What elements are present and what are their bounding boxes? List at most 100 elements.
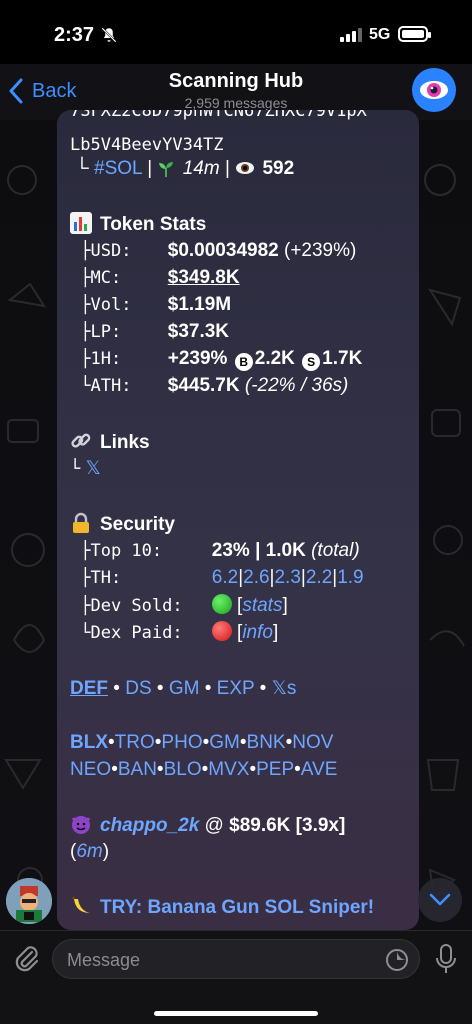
gm-link[interactable]: GM [169, 678, 200, 699]
link-chain-icon [71, 433, 91, 448]
th-holder-link[interactable]: 1.9 [337, 567, 363, 588]
links-row: └ 𝕏 [70, 458, 101, 480]
bot-link-blx[interactable]: BLX [70, 732, 108, 753]
bot-link-ban[interactable]: BAN [118, 759, 157, 780]
1h-label: 1H: [90, 349, 122, 369]
row-prefix: ├ [70, 322, 91, 342]
bot-link-blo[interactable]: BLO [164, 759, 202, 780]
microphone-icon[interactable] [434, 943, 458, 975]
row-prefix: └ [70, 623, 91, 643]
message-count: 2,959 messages [184, 95, 288, 111]
row-prefix: ├ [70, 541, 91, 561]
th-holder-link[interactable]: 2.3 [274, 567, 300, 588]
ath-change: (-22% / 36s) [244, 375, 349, 396]
info-link[interactable]: info [242, 622, 273, 643]
bot-link-pho[interactable]: PHO [161, 732, 202, 753]
scroll-to-bottom-button[interactable] [418, 878, 462, 922]
row-prefix: ├ [70, 349, 91, 369]
buys-b-icon: B [234, 353, 253, 371]
lock-icon [73, 512, 89, 533]
token-stats-heading: Token Stats [70, 212, 206, 236]
caller-value: $89.6K [3.9x] [229, 815, 346, 836]
chat-title: Scanning Hub [168, 70, 304, 92]
row-prefix: └ [70, 459, 81, 479]
bot-link-mvx[interactable]: MVX [208, 759, 249, 780]
status-bar: 2:37 5G [0, 0, 472, 64]
security-heading: Security [70, 512, 175, 536]
separator: | [224, 158, 236, 179]
exp-link[interactable]: EXP [217, 678, 255, 699]
bell-off-icon [101, 27, 117, 43]
promo-link[interactable]: TRY: Banana Gun SOL Sniper! [100, 897, 374, 918]
sender-avatar[interactable] [6, 878, 52, 924]
dot-separator: • [156, 678, 169, 699]
stat-row-1h: ├1H: +239% B 2.2K S 1.7K [70, 348, 362, 371]
bot-link-neo[interactable]: NEO [70, 759, 111, 780]
smiling-devil-icon [71, 816, 91, 834]
at-sign: @ [204, 815, 224, 836]
caller-name-link[interactable]: chappo_2k [100, 815, 199, 836]
row-prefix: ├ [70, 596, 91, 616]
network-label: 5G [369, 26, 391, 43]
dot-separator: • [113, 678, 126, 699]
stat-row-vol: ├Vol: $1.19M [70, 294, 231, 316]
bot-link-pep[interactable]: PEP [256, 759, 294, 780]
home-indicator [154, 1011, 318, 1016]
security-row-th: ├TH: 6.2|2.6|2.3|2.2|1.9 [70, 567, 363, 589]
bot-avatar-icon [6, 878, 52, 924]
paren: ) [102, 841, 110, 862]
1h-value: +239% [167, 348, 228, 369]
sol-tag-link[interactable]: #SOL [94, 158, 142, 179]
def-link[interactable]: DEF [70, 678, 108, 699]
row-prefix: ├ [70, 568, 91, 588]
dot-separator: • [259, 678, 272, 699]
token-address-line-2[interactable]: Lb5V4BeevYV34TZ [70, 134, 224, 156]
usd-label: USD: [90, 241, 132, 261]
th-holder-link[interactable]: 2.6 [243, 567, 269, 588]
top10-label: Top 10: [90, 541, 163, 561]
bots-row-2: NEO•BAN•BLO•MVX•PEP•AVE [70, 759, 338, 780]
battery-icon [398, 26, 431, 42]
stats-link[interactable]: stats [242, 595, 282, 616]
chat-title-area[interactable]: Scanning Hub 2,959 messages [0, 70, 472, 111]
message-composer: Message [0, 930, 472, 1024]
mc-value-link[interactable]: $349.8K [168, 267, 240, 288]
banana-icon [72, 896, 90, 913]
sells-s-icon: S [302, 353, 321, 371]
paperclip-icon[interactable] [12, 943, 40, 973]
usd-change: (+239%) [284, 240, 357, 261]
x-link[interactable]: 𝕏 [86, 458, 101, 479]
bot-link-ave[interactable]: AVE [301, 759, 338, 780]
caller-time-link[interactable]: 6m [76, 841, 102, 862]
bot-link-tro[interactable]: TRO [115, 732, 155, 753]
bot-link-gm[interactable]: GM [209, 732, 240, 753]
security-row-top10: ├Top 10: 23% | 1.0K (total) [70, 540, 359, 562]
token-address-line-1: 7SFXZ2C8D79pnWTCN67ZHXC79V1pX [70, 110, 367, 124]
green-circle-icon [211, 594, 232, 614]
bot-link-bnk[interactable]: BNK [247, 732, 286, 753]
bracket: ] [282, 595, 288, 616]
lp-value: $37.3K [167, 321, 230, 342]
vol-value: $1.19M [167, 294, 232, 315]
row-prefix: ├ [70, 241, 91, 261]
channel-avatar[interactable] [412, 68, 456, 112]
lp-label: LP: [90, 322, 122, 342]
top10-value: 23% | 1.0K [211, 540, 306, 561]
th-holder-link[interactable]: 6.2 [212, 567, 238, 588]
age-text: 14m [182, 158, 220, 179]
th-holder-link[interactable]: 2.2 [306, 567, 332, 588]
ds-link[interactable]: DS [125, 678, 151, 699]
buys-value: 2.2K [254, 348, 295, 369]
bracket: ] [272, 622, 279, 643]
xs-link[interactable]: 𝕏s [272, 678, 297, 699]
bot-link-nov[interactable]: NOV [292, 732, 333, 753]
security-row-dev-sold: ├Dev Sold: [stats] [70, 594, 288, 617]
caller-time-row: (6m) [70, 841, 109, 863]
tag-row: └ #SOL | 14m | 592 [70, 158, 294, 180]
message-input[interactable]: Message [52, 939, 420, 979]
token-stats-title: Token Stats [100, 214, 207, 235]
message-placeholder: Message [67, 950, 141, 970]
ath-label: ATH: [90, 376, 132, 396]
stat-row-mc: ├MC: $349.8K [70, 267, 240, 289]
sticker-icon[interactable] [385, 948, 409, 972]
